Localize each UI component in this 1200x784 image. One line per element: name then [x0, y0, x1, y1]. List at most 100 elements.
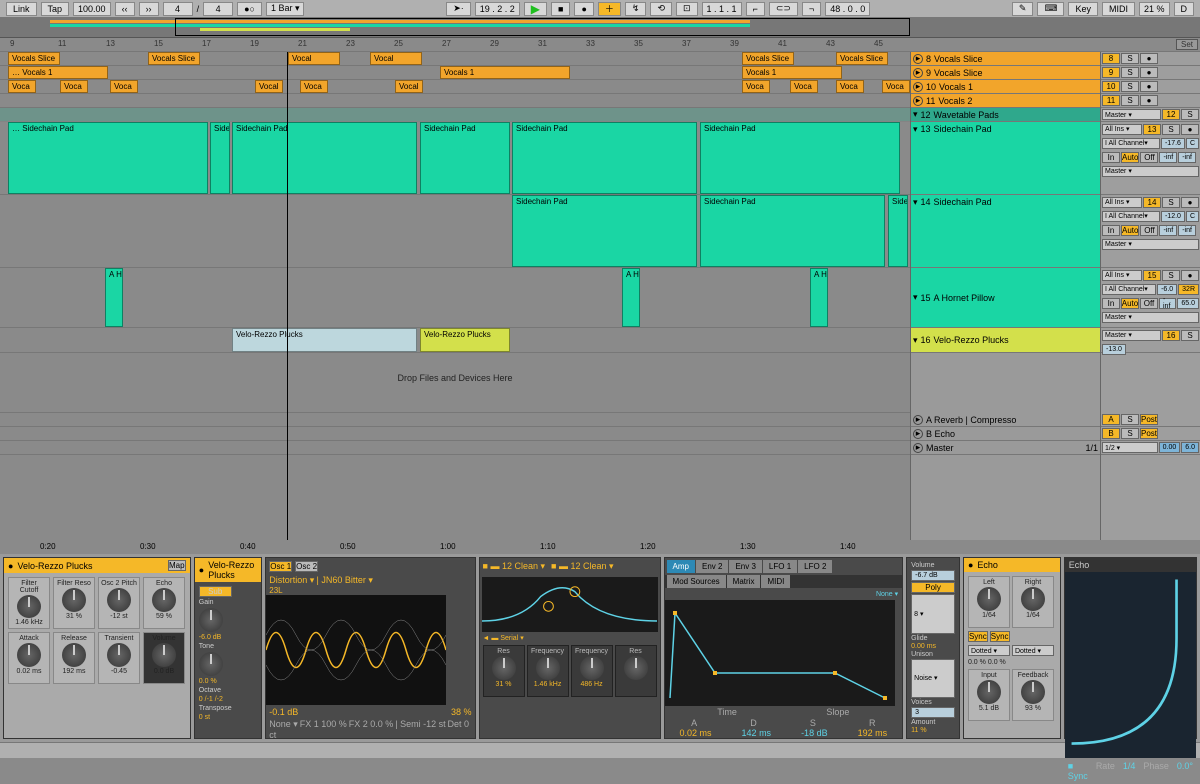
play-icon[interactable]: ▸ [913, 429, 923, 439]
unfold-icon[interactable]: ▾ [913, 292, 918, 303]
arm-icon[interactable]: ● [1140, 53, 1158, 64]
track-9-lane[interactable]: … Vocals 1Vocals 1Vocals 1 [0, 66, 910, 80]
gain-knob[interactable] [199, 608, 223, 632]
vol-value[interactable]: -17.6 [1161, 138, 1185, 149]
solo-button[interactable]: S [1162, 124, 1180, 135]
track-header-15[interactable]: ▾15 A Hornet Pillow [911, 268, 1100, 328]
play-icon[interactable]: ▸ [913, 68, 923, 78]
solo-button[interactable]: S [1162, 197, 1180, 208]
track-header-9[interactable]: ▸9 Vocals Slice [911, 66, 1100, 80]
reenable-auto-icon[interactable]: ⟲ [650, 2, 672, 16]
lfo2-tab[interactable]: LFO 2 [798, 560, 832, 573]
mon-off[interactable]: Off [1140, 152, 1158, 163]
macro-knob[interactable] [62, 643, 86, 667]
draw-icon[interactable]: ✎ [1012, 2, 1034, 16]
drop-area[interactable]: Drop Files and Devices Here [0, 353, 910, 413]
octave-value[interactable]: 0 /-1 /-2 [199, 696, 232, 703]
out-routing[interactable]: Master ▾ [1102, 330, 1161, 341]
attack-value[interactable]: 0.02 ms [680, 728, 712, 738]
clip[interactable]: Sidechain Pad [700, 122, 900, 194]
send-b[interactable]: 65.0 [1177, 298, 1199, 309]
sync-toggle[interactable]: ■ Sync [1068, 761, 1088, 781]
return-a-header[interactable]: ▸A Reverb | Compresso [911, 413, 1100, 427]
clip[interactable]: Side [888, 195, 908, 267]
out-routing[interactable]: Master ▾ [1102, 239, 1199, 250]
clip[interactable]: Voca [742, 80, 770, 93]
solo-button[interactable]: S [1181, 109, 1199, 120]
track-10-lane[interactable]: VocaVocaVocaVocalVocaVocalVocaVocaVocaVo… [0, 80, 910, 94]
solo-button[interactable]: S [1121, 67, 1139, 78]
vol-value[interactable]: -13.0 [1102, 344, 1126, 355]
arm-icon[interactable]: ● [1181, 124, 1199, 135]
osc2-tab[interactable]: Osc 2 [295, 561, 318, 572]
macro-knob[interactable] [152, 588, 176, 612]
clip[interactable]: Voca [882, 80, 910, 93]
tone-knob[interactable] [199, 652, 223, 676]
arm-icon[interactable]: ● [1181, 270, 1199, 281]
track-header-11[interactable]: ▸11 Vocals 2 [911, 94, 1100, 108]
unfold-icon[interactable]: ▾ [913, 335, 918, 346]
out-routing[interactable]: Master ▾ [1102, 312, 1199, 323]
return-b-header[interactable]: ▸B Echo [911, 427, 1100, 441]
routing-menu[interactable]: ◄ ▬ Serial ▾ [480, 634, 660, 642]
overdub-button[interactable]: ＋ [598, 2, 621, 16]
echo-left-knob[interactable] [977, 587, 1001, 611]
phase-value[interactable]: 0.0° [1177, 761, 1193, 781]
macro-knob[interactable] [62, 588, 86, 612]
punch-out-icon[interactable]: ¬ [802, 2, 821, 16]
mod-none[interactable]: None ▾ [269, 719, 298, 729]
clip[interactable]: Sidechain Pad [420, 122, 510, 194]
clip[interactable]: Vocals Slice [742, 52, 794, 65]
track-12-lane[interactable] [0, 108, 910, 122]
map-button[interactable]: Map [168, 560, 186, 571]
sig-denominator[interactable]: 4 [203, 2, 233, 16]
mon-off[interactable]: Off [1140, 225, 1158, 236]
cue-out[interactable]: 1/2 ▾ [1102, 442, 1158, 453]
unfold-icon[interactable]: ▾ [913, 197, 918, 208]
clip[interactable]: Voca [60, 80, 88, 93]
track-header-10[interactable]: ▸10 Vocals 1 [911, 80, 1100, 94]
stop-button[interactable]: ■ [551, 2, 570, 16]
macro-knob[interactable] [152, 643, 176, 667]
out-routing[interactable]: Master ▾ [1102, 109, 1161, 120]
pan-value[interactable]: C [1186, 211, 1199, 222]
arrange-position[interactable]: 19 . 2 . 2 [475, 2, 520, 16]
record-button[interactable]: ● [574, 2, 593, 16]
automation-arm-icon[interactable]: ↯ [625, 2, 647, 16]
clip[interactable]: Vocal [395, 80, 423, 93]
post-button[interactable]: Post [1140, 414, 1158, 425]
sig-numerator[interactable]: 4 [163, 2, 193, 16]
clip[interactable]: A Hor [105, 268, 123, 327]
mode-l[interactable]: Dotted ▾ [968, 645, 1010, 656]
in-routing[interactable]: All Ins ▾ [1102, 124, 1142, 135]
decay-value[interactable]: 142 ms [742, 728, 772, 738]
track-header-14[interactable]: ▾14 Sidechain Pad [911, 195, 1100, 268]
wavetable-menu[interactable]: | JN60 Bitter ▾ [317, 575, 373, 585]
mon-in[interactable]: In [1102, 298, 1120, 309]
vol-value[interactable]: -6.0 [1157, 284, 1177, 295]
capture-icon[interactable]: ⊡ [676, 2, 698, 16]
clip[interactable]: Sidechain Pad [232, 122, 417, 194]
freq1-knob[interactable] [536, 656, 560, 680]
wavetable-display[interactable] [266, 595, 446, 705]
wavetable-pos[interactable]: 23L [266, 586, 474, 595]
master-header[interactable]: ▸Master1/1 [911, 441, 1100, 455]
track-activator[interactable]: 15 [1143, 270, 1161, 281]
macro-knob[interactable] [107, 643, 131, 667]
track-14-lane[interactable]: Sidechain PadSidechain PadSide [0, 195, 910, 268]
clip[interactable]: Sidechain Pad [512, 195, 697, 267]
res2-knob[interactable] [624, 656, 648, 680]
arm-icon[interactable]: ● [1140, 81, 1158, 92]
mon-in[interactable]: In [1102, 225, 1120, 236]
punch-in-icon[interactable]: ⌐ [746, 2, 765, 16]
env3-tab[interactable]: Env 3 [729, 560, 761, 573]
play-icon[interactable]: ▸ [913, 443, 923, 453]
send-a[interactable]: -inf [1159, 298, 1176, 309]
clip[interactable]: Vocals Slice [148, 52, 200, 65]
arm-icon[interactable]: ● [1140, 95, 1158, 106]
track-16-lane[interactable]: Velo-Rezzo PlucksVelo-Rezzo Plucks [0, 328, 910, 353]
filter1-toggle[interactable]: ■ ▬ 12 Clean ▾ [483, 561, 546, 572]
clip[interactable]: Sidechain Pad [512, 122, 697, 194]
amp-tab[interactable]: Amp [667, 560, 695, 573]
clip[interactable]: Sidec [210, 122, 230, 194]
